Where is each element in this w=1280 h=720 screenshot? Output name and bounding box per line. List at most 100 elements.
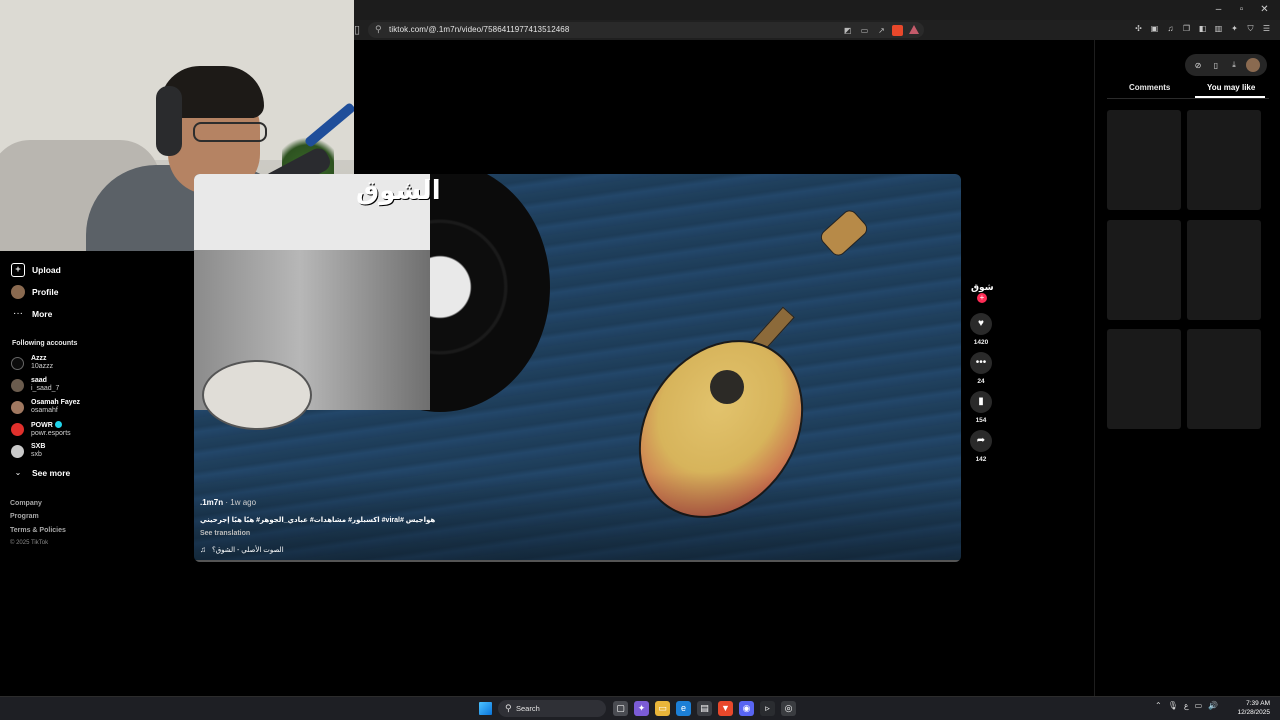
- search-label: Search: [516, 704, 540, 713]
- following-account[interactable]: Osamah Fayez osamahf: [11, 397, 80, 417]
- split-view-icon[interactable]: ▥: [1213, 23, 1224, 34]
- mandolin-head-illustration: [817, 207, 871, 259]
- sidebar-item-upload[interactable]: + Upload: [11, 261, 61, 279]
- language-indicator[interactable]: ع: [1184, 701, 1189, 710]
- bookmark-icon[interactable]: ▯: [354, 23, 368, 37]
- following-account[interactable]: SXB sxb: [11, 441, 45, 461]
- suggested-video-thumbnail[interactable]: [1187, 329, 1261, 429]
- copilot-icon[interactable]: ✦: [634, 701, 649, 716]
- phone-icon[interactable]: ▯: [1210, 61, 1222, 70]
- address-bar[interactable]: ⚲ tiktok.com/@.1m7n/video/75864119774135…: [368, 22, 924, 38]
- tab-divider: [1107, 98, 1269, 99]
- upload-icon: +: [11, 263, 25, 277]
- task-view-icon[interactable]: ▢: [613, 701, 628, 716]
- copyright-text: © 2025 TikTok: [10, 540, 49, 546]
- menu-icon[interactable]: ☰: [1261, 23, 1272, 34]
- compass-icon[interactable]: ⊘: [1192, 61, 1204, 70]
- brave-rewards-icon[interactable]: [909, 25, 919, 34]
- brave-taskbar-icon[interactable]: ▼: [718, 701, 733, 716]
- sidebar-item-label: Upload: [32, 265, 61, 275]
- maximize-button[interactable]: ▫: [1230, 2, 1253, 18]
- address-bar-tools: ◩ ▭ ↗: [842, 25, 887, 36]
- sidebar-item-more[interactable]: ··· More: [11, 305, 52, 323]
- search-icon: ⚲: [505, 703, 512, 713]
- windows-start-icon[interactable]: [479, 702, 492, 715]
- follow-plus-icon[interactable]: +: [977, 293, 987, 303]
- like-action[interactable]: ♥ 1420: [969, 313, 993, 346]
- taskbar-search[interactable]: ⚲ Search: [498, 700, 606, 717]
- suggested-video-thumbnail[interactable]: [1187, 110, 1261, 210]
- suggested-video-thumbnail[interactable]: [1107, 220, 1181, 320]
- footer-link-company[interactable]: Company: [10, 500, 42, 507]
- footer-link-terms[interactable]: Terms & Policies: [10, 527, 66, 534]
- app-icon[interactable]: ◎: [781, 701, 796, 716]
- suggested-video-thumbnail[interactable]: [1107, 329, 1181, 429]
- system-tray: ⌃ 🎙 ع ▭ 🔊: [1155, 701, 1218, 710]
- share-action[interactable]: ➦ 142: [969, 430, 993, 463]
- tab-comments[interactable]: Comments: [1129, 83, 1170, 92]
- account-name: saad: [31, 377, 47, 384]
- user-avatar[interactable]: [1246, 58, 1260, 72]
- save-action[interactable]: ▮ 154: [969, 391, 993, 424]
- copy-icon[interactable]: ❐: [1181, 23, 1192, 34]
- account-name: POWR: [31, 421, 53, 429]
- media-icon[interactable]: ♫: [1165, 23, 1176, 34]
- account-handle: i_saad_7: [31, 385, 60, 392]
- following-account[interactable]: POWR powr.esports: [11, 419, 71, 439]
- edge-icon[interactable]: e: [676, 701, 691, 716]
- save-count: 154: [975, 417, 987, 424]
- sound-link[interactable]: ♫ الصوت الأصلي - الشوق؟: [200, 545, 284, 554]
- wallet-icon[interactable]: ▣: [1149, 23, 1160, 34]
- see-translation-link[interactable]: See translation: [200, 530, 250, 537]
- picture-in-picture-icon[interactable]: ▭: [859, 25, 870, 36]
- microphone-icon[interactable]: 🎙: [1168, 701, 1178, 710]
- chevron-down-icon: ⌄: [14, 468, 22, 477]
- url-text: tiktok.com/@.1m7n/video/7586411977413512…: [389, 25, 570, 34]
- share-icon[interactable]: ↗: [876, 25, 887, 36]
- video-age: · 1w ago: [225, 498, 257, 507]
- following-account[interactable]: saad i_saad_7: [11, 375, 59, 395]
- leo-ai-icon[interactable]: ✦: [1229, 23, 1240, 34]
- suggested-video-thumbnail[interactable]: [1187, 220, 1261, 320]
- sidebar-toggle-icon[interactable]: ◧: [1197, 23, 1208, 34]
- account-avatar: [11, 356, 24, 370]
- suggested-video-thumbnail[interactable]: [1107, 110, 1181, 210]
- video-author-line[interactable]: .1m7n · 1w ago: [200, 498, 256, 507]
- bookmark-icon[interactable]: ▮: [970, 391, 992, 413]
- vpn-shield-icon[interactable]: ⛉: [1245, 23, 1256, 34]
- extension-puzzle-icon[interactable]: ✣: [1133, 23, 1144, 34]
- sidebar-item-profile[interactable]: Profile: [11, 283, 58, 301]
- close-button[interactable]: ✕: [1253, 2, 1276, 18]
- title-bar: – ▫ ✕: [354, 0, 1280, 19]
- video-player[interactable]: الشوق .1m7n · 1w ago هواجيس #viral# اكسب…: [194, 174, 961, 562]
- volume-icon[interactable]: 🔊: [1208, 701, 1218, 710]
- brave-shields-icon[interactable]: [892, 25, 903, 36]
- footer-link-program[interactable]: Program: [10, 513, 39, 520]
- video-author[interactable]: .1m7n: [200, 498, 223, 507]
- share-arrow-icon[interactable]: ➦: [970, 430, 992, 452]
- download-icon[interactable]: ⤓: [1228, 60, 1240, 70]
- following-heading: Following accounts: [12, 340, 78, 347]
- account-avatar: [11, 422, 24, 436]
- network-icon[interactable]: ▭: [1195, 701, 1203, 710]
- chevron-up-icon[interactable]: ⌃: [1155, 701, 1162, 710]
- file-explorer-icon[interactable]: ▭: [655, 701, 670, 716]
- translate-icon[interactable]: ◩: [842, 25, 853, 36]
- store-icon[interactable]: ▤: [697, 701, 712, 716]
- following-account[interactable]: Azzz 10azzz: [11, 353, 53, 373]
- site-info-icon[interactable]: ⚲: [375, 24, 382, 35]
- comment-action[interactable]: ••• 24: [969, 352, 993, 385]
- video-caption: هواجيس #viral# اكسبلور# مشاهدات# عبادي_ا…: [200, 517, 436, 524]
- discord-icon[interactable]: ◉: [739, 701, 754, 716]
- tab-you-may-like[interactable]: You may like: [1207, 83, 1255, 92]
- taskbar-apps: ▢ ✦ ▭ e ▤ ▼ ◉ ▹ ◎: [613, 701, 796, 716]
- minimize-button[interactable]: –: [1207, 2, 1230, 18]
- sidebar-item-label: Profile: [32, 287, 59, 297]
- cover-title: الشوق: [356, 176, 441, 206]
- taskbar-clock[interactable]: 7:39 AM 12/28/2025: [1237, 699, 1270, 717]
- video-progress-bar[interactable]: [194, 560, 961, 562]
- see-more-button[interactable]: ⌄ See more: [11, 464, 71, 482]
- heart-icon[interactable]: ♥: [970, 313, 992, 335]
- comment-icon[interactable]: •••: [970, 352, 992, 374]
- terminal-icon[interactable]: ▹: [760, 701, 775, 716]
